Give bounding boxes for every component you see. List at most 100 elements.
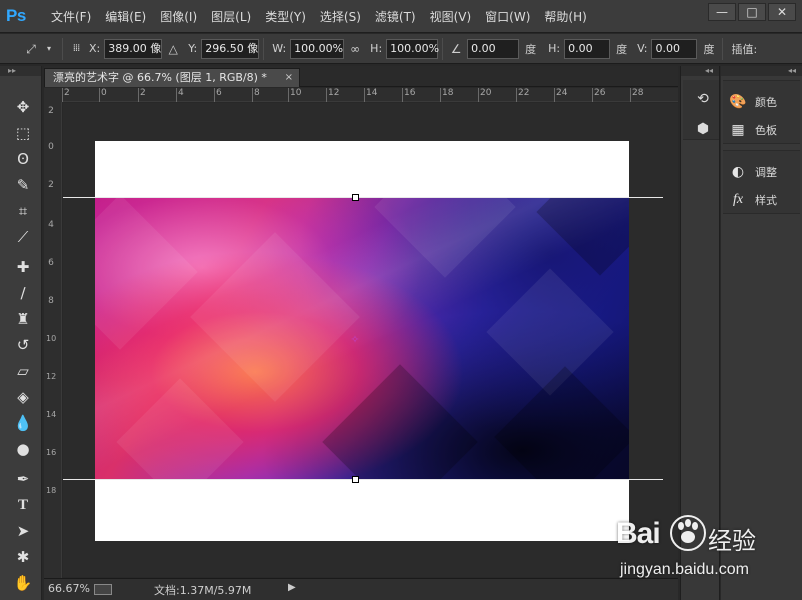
ruler-tick: 14 [46,410,57,419]
move-tool-icon[interactable]: ✥ [12,96,34,118]
transform-tool-icon[interactable]: ⤢ [22,40,40,58]
horizontal-ruler[interactable]: 2 0 2 4 6 8 10 12 14 16 18 20 22 24 26 2… [62,88,678,102]
ruler-corner[interactable] [44,88,62,102]
menu-image[interactable]: 图像(I) [153,8,204,25]
document-tab-bar: 漂亮的艺术字 @ 66.7% (图层 1, RGB/8) * × [44,66,678,87]
vertical-ruler[interactable]: 2 0 2 4 6 8 10 12 14 16 18 [44,102,62,578]
status-menu-arrow-icon[interactable]: ▶ [288,582,296,593]
document-profile-icon[interactable] [94,584,112,595]
image-facet [486,268,614,396]
blur-tool-icon[interactable]: 💧 [12,412,34,434]
hskew-field[interactable]: 0.00 [564,38,611,59]
menu-view[interactable]: 视图(V) [423,8,479,25]
close-button[interactable]: ✕ [768,3,796,21]
eraser-tool-icon[interactable]: ▱ [12,360,34,382]
transform-top-edge[interactable] [63,197,663,198]
panel-expand-icon[interactable]: ◂◂ [721,66,802,76]
angle-icon: ∠ [450,41,462,56]
crop-tool-icon[interactable]: ⌗ [12,200,34,222]
reference-point-icon[interactable]: ⁞⁞⁞ [67,40,85,58]
stamp-tool-icon[interactable]: ♜ [12,308,34,330]
w-label: W: [272,42,287,55]
pen-tool-icon[interactable]: ✒ [12,468,34,490]
history-panel-icon[interactable]: ⟲ [692,88,714,110]
transform-bottom-handle[interactable] [352,476,359,483]
menu-file[interactable]: 文件(F) [44,8,98,25]
menu-type[interactable]: 类型(Y) [258,8,313,25]
menu-window[interactable]: 窗口(W) [478,8,537,25]
menu-help[interactable]: 帮助(H) [537,8,593,25]
panel-color-label: 颜色 [755,96,777,109]
ruler-tick: 0 [99,88,107,102]
width-field[interactable]: 100.00% [290,38,345,59]
layer-1-image[interactable] [95,197,629,479]
menu-edit[interactable]: 编辑(E) [98,8,153,25]
toolbar-collapse-icon[interactable]: ▸▸ [0,66,41,76]
path-select-tool-icon[interactable]: ➤ [12,520,34,542]
panel-color[interactable]: 🎨 颜色 [729,91,801,113]
maximize-button[interactable]: □ [738,3,766,21]
vskew-unit: 度 [703,42,715,56]
eyedropper-tool-icon[interactable]: ⟋ [12,226,34,248]
angle-field[interactable]: 0.00 [467,38,520,59]
shape-tool-icon[interactable]: ✱ [12,546,34,568]
ruler-tick: 2 [62,88,70,102]
height-field[interactable]: 100.00% [386,38,439,59]
link-icon[interactable]: ∞ [346,40,364,58]
image-facet [536,197,629,276]
panel-styles[interactable]: fx 样式 [729,189,801,211]
ruler-tick: 6 [48,258,54,268]
h-label: H: [370,42,383,55]
paint-bucket-tool-icon[interactable]: ◈ [12,386,34,408]
hskew-label: H: [548,42,561,55]
y-label: Y: [188,42,198,55]
dropdown-arrow-icon[interactable]: ▾ [40,40,58,58]
ruler-tick: 16 [46,448,57,457]
history-brush-tool-icon[interactable]: ↺ [12,334,34,356]
panel-adjustments[interactable]: ◐ 调整 [729,161,801,183]
close-tab-icon[interactable]: × [285,69,293,87]
panel-collapse-icon[interactable]: ◂◂ [681,66,719,76]
ruler-tick: 26 [591,88,606,102]
interpolation-label[interactable]: 插值: [731,41,757,57]
ruler-tick: 22 [515,88,530,102]
menu-items: 文件(F) 编辑(E) 图像(I) 图层(L) 类型(Y) 选择(S) 滤镜(T… [44,0,594,33]
healing-brush-tool-icon[interactable]: ✚ [12,256,34,278]
marquee-tool-icon[interactable]: ⬚ [12,122,34,144]
options-bar: ⤢ ▾ ⁞⁞⁞ X: 389.00 像 △ Y: 296.50 像 W: 100… [0,34,802,64]
panel-swatches[interactable]: ▦ 色板 [729,119,801,141]
window-controls: — □ ✕ [708,3,796,21]
zoom-level[interactable]: 66.67% [48,582,90,595]
status-bar: 66.67% 文档:1.37M/5.97M ▶ [44,578,678,600]
swatches-icon: ▦ [731,122,745,138]
x-field[interactable]: 389.00 像 [104,38,163,59]
ruler-tick: 24 [553,88,568,102]
lasso-tool-icon[interactable]: ʘ [12,148,34,170]
ruler-tick: 4 [48,220,54,230]
menu-layer[interactable]: 图层(L) [204,8,258,25]
transform-center-icon[interactable]: ✧ [349,334,361,346]
image-facet [95,197,198,350]
brush-tool-icon[interactable]: ∕ [12,282,34,304]
menu-filter[interactable]: 滤镜(T) [368,8,423,25]
ruler-tick: 10 [287,88,302,102]
ruler-tick: 2 [48,180,54,190]
vskew-field[interactable]: 0.00 [651,38,698,59]
ruler-tick: 18 [439,88,454,102]
baidu-paw-icon [670,515,706,551]
hand-tool-icon[interactable]: ✋ [12,572,34,594]
vertical-scrollbar[interactable] [663,103,678,577]
ruler-tick: 16 [401,88,416,102]
image-facet [494,366,629,479]
minimize-button[interactable]: — [708,3,736,21]
relative-position-icon[interactable]: △ [164,40,182,58]
quick-select-tool-icon[interactable]: ✎ [12,174,34,196]
transform-bottom-edge[interactable] [63,479,663,480]
y-field[interactable]: 296.50 像 [201,38,260,59]
3d-panel-icon[interactable]: ⬢ [692,118,714,140]
type-tool-icon[interactable]: T [12,494,34,516]
document-tab[interactable]: 漂亮的艺术字 @ 66.7% (图层 1, RGB/8) * × [44,68,300,87]
menu-select[interactable]: 选择(S) [313,8,368,25]
dodge-tool-icon[interactable]: ● [12,438,34,460]
transform-top-handle[interactable] [352,194,359,201]
